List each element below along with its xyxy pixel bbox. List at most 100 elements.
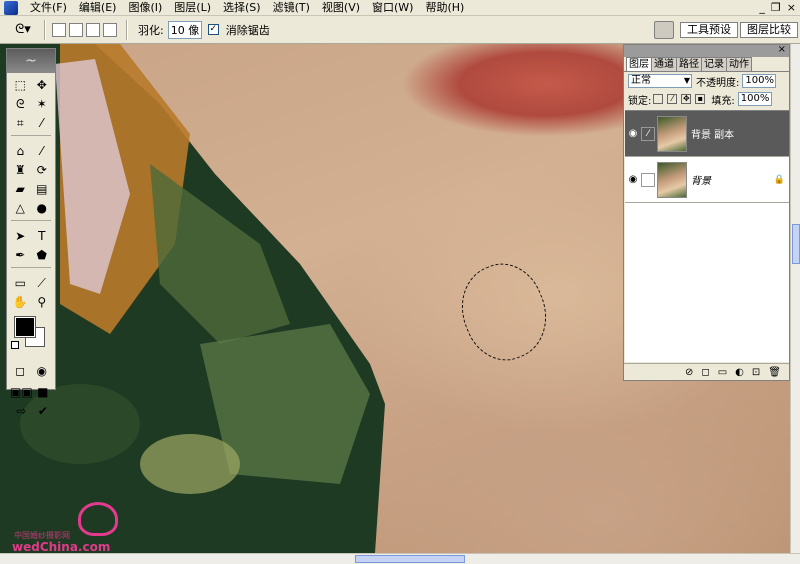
vertical-scrollbar[interactable] (790, 44, 800, 553)
layer-style-icon[interactable]: ⊘ (685, 367, 693, 378)
tab-tool-presets[interactable]: 工具预设 (680, 22, 738, 38)
layer-name[interactable]: 背景 (691, 172, 711, 187)
blur-tool-icon[interactable]: △ (10, 199, 31, 217)
horizontal-scroll-thumb[interactable] (355, 555, 465, 563)
divider (11, 220, 51, 221)
antialias-checkbox[interactable]: ✓ (207, 24, 219, 35)
magic-wand-tool-icon[interactable]: ✶ (32, 95, 53, 113)
gradient-tool-icon[interactable]: ▤ (32, 180, 53, 198)
type-tool-icon[interactable]: T (32, 227, 53, 245)
standard-mode-icon[interactable]: ◻ (10, 362, 31, 380)
add-selection-icon[interactable] (69, 22, 83, 37)
crop-tool-icon[interactable]: ⌗ (10, 114, 31, 132)
menu-filter[interactable]: 滤镜(T) (267, 0, 316, 16)
eyedropper-tool-icon[interactable]: ⟋ (32, 274, 53, 292)
tab-layer-comps[interactable]: 图层比较 (740, 22, 798, 38)
eye-icon[interactable]: ◉ (625, 128, 641, 139)
move-tool-icon[interactable]: ✥ (32, 76, 53, 94)
healing-brush-tool-icon[interactable]: ⌂ (10, 142, 31, 160)
panel-titlebar[interactable]: × (624, 44, 789, 57)
menu-help[interactable]: 帮助(H) (419, 0, 470, 16)
subtract-selection-icon[interactable] (86, 22, 100, 37)
divider (11, 267, 51, 268)
watermark-en: wedChina.com (12, 540, 111, 554)
close-icon[interactable]: × (778, 44, 786, 55)
pen-tool-icon[interactable]: ✒ (10, 246, 31, 264)
new-selection-icon[interactable] (52, 22, 66, 37)
blend-mode-select[interactable]: 正常 ▼ (628, 74, 692, 88)
full-screen-mode-icon[interactable]: ■ (34, 383, 52, 401)
opacity-label: 不透明度: (696, 77, 740, 89)
lock-transparency-icon[interactable] (653, 94, 664, 104)
fill-input[interactable]: 100% (737, 92, 772, 106)
menu-layer[interactable]: 图层(L) (168, 0, 217, 16)
restore-button[interactable]: ❐ (771, 1, 781, 14)
screen-mode-icon[interactable]: ▣▣ (10, 383, 33, 401)
link-cell[interactable] (641, 172, 655, 187)
hand-tool-icon[interactable]: ✋ (10, 293, 31, 311)
tab-actions[interactable]: 动作 (726, 57, 752, 71)
foreground-color-swatch[interactable] (14, 316, 36, 338)
brush-icon[interactable]: ⁄ (641, 126, 655, 141)
panel-tabs: 图层 通道 路径 记录 动作 (624, 57, 789, 72)
new-group-icon[interactable]: ▭ (718, 367, 727, 378)
marquee-tool-icon[interactable]: ⬚ (10, 76, 31, 94)
photoshop-feather-icon[interactable]: ~ (7, 49, 55, 73)
antialias-label: 消除锯齿 (225, 23, 270, 37)
layer-row[interactable]: ◉ 背景 🔒 (625, 157, 789, 203)
lock-row: 锁定: ⁄ ✥ ▪ 填充: 100% (624, 90, 789, 108)
delete-layer-icon[interactable]: 🗑 (768, 367, 781, 378)
intersect-selection-icon[interactable] (103, 22, 117, 37)
dodge-tool-icon[interactable]: ● (32, 199, 53, 217)
blend-row: 正常 ▼ 不透明度: 100% (624, 72, 789, 90)
lasso-tool-icon[interactable]: ᘓ (10, 95, 31, 113)
add-mask-icon[interactable]: ◻ (701, 367, 709, 378)
clone-stamp-tool-icon[interactable]: ♜ (10, 161, 31, 179)
lock-icon: 🔒 (773, 174, 785, 185)
palette-well: 工具预设 图层比较 (654, 16, 800, 44)
close-button[interactable]: × (787, 1, 796, 14)
path-selection-tool-icon[interactable]: ➤ (10, 227, 31, 245)
eye-icon[interactable]: ◉ (625, 174, 641, 185)
lock-all-icon[interactable]: ▪ (695, 94, 706, 104)
adjustment-layer-icon[interactable]: ◐ (735, 367, 744, 378)
menu-window[interactable]: 窗口(W) (366, 0, 419, 16)
minimize-button[interactable]: _ (759, 1, 765, 14)
vertical-scroll-thumb[interactable] (792, 224, 800, 264)
menu-image[interactable]: 图像(I) (122, 0, 168, 16)
lasso-icon[interactable]: ᘓ▾ (8, 19, 38, 41)
layer-list: ◉ ⁄ 背景 副本 ◉ 背景 🔒 (625, 110, 789, 362)
slice-tool-icon[interactable]: ⁄ (32, 114, 53, 132)
file-browser-icon[interactable] (654, 21, 674, 39)
new-layer-icon[interactable]: ⊡ (752, 367, 760, 378)
menu-edit[interactable]: 编辑(E) (73, 0, 123, 16)
default-colors-icon[interactable] (11, 341, 19, 349)
edit-in-imageready-icon[interactable]: ✔ (34, 402, 52, 420)
photoshop-app-icon[interactable] (4, 0, 18, 15)
history-brush-tool-icon[interactable]: ⟳ (32, 161, 53, 179)
opacity-input[interactable]: 100% (742, 74, 777, 88)
lock-position-icon[interactable]: ✥ (681, 94, 692, 104)
notes-tool-icon[interactable]: ▭ (10, 274, 31, 292)
lasso-selection[interactable] (448, 252, 560, 372)
layer-name[interactable]: 背景 副本 (691, 126, 734, 141)
brush-tool-icon[interactable]: ⁄ (32, 142, 53, 160)
zoom-tool-icon[interactable]: ⚲ (32, 293, 53, 311)
tab-channels[interactable]: 通道 (651, 57, 677, 71)
tab-paths[interactable]: 路径 (676, 57, 702, 71)
menu-view[interactable]: 视图(V) (316, 0, 366, 16)
jump-to-imageready-icon[interactable]: ⇨ (10, 402, 33, 420)
feather-input[interactable] (167, 20, 202, 39)
lock-pixels-icon[interactable]: ⁄ (667, 94, 678, 104)
tab-history[interactable]: 记录 (701, 57, 727, 71)
tab-layers[interactable]: 图层 (626, 57, 652, 71)
quick-mask-mode-icon[interactable]: ◉ (32, 362, 53, 380)
menu-bar: 文件(F) 编辑(E) 图像(I) 图层(L) 选择(S) 滤镜(T) 视图(V… (0, 0, 800, 16)
menu-file[interactable]: 文件(F) (24, 0, 73, 16)
layer-row[interactable]: ◉ ⁄ 背景 副本 (625, 111, 789, 157)
menu-select[interactable]: 选择(S) (217, 0, 267, 16)
fill-label: 填充: (711, 95, 735, 107)
shape-tool-icon[interactable]: ⬟ (32, 246, 53, 264)
eraser-tool-icon[interactable]: ▰ (10, 180, 31, 198)
lock-label: 锁定: (628, 95, 652, 107)
